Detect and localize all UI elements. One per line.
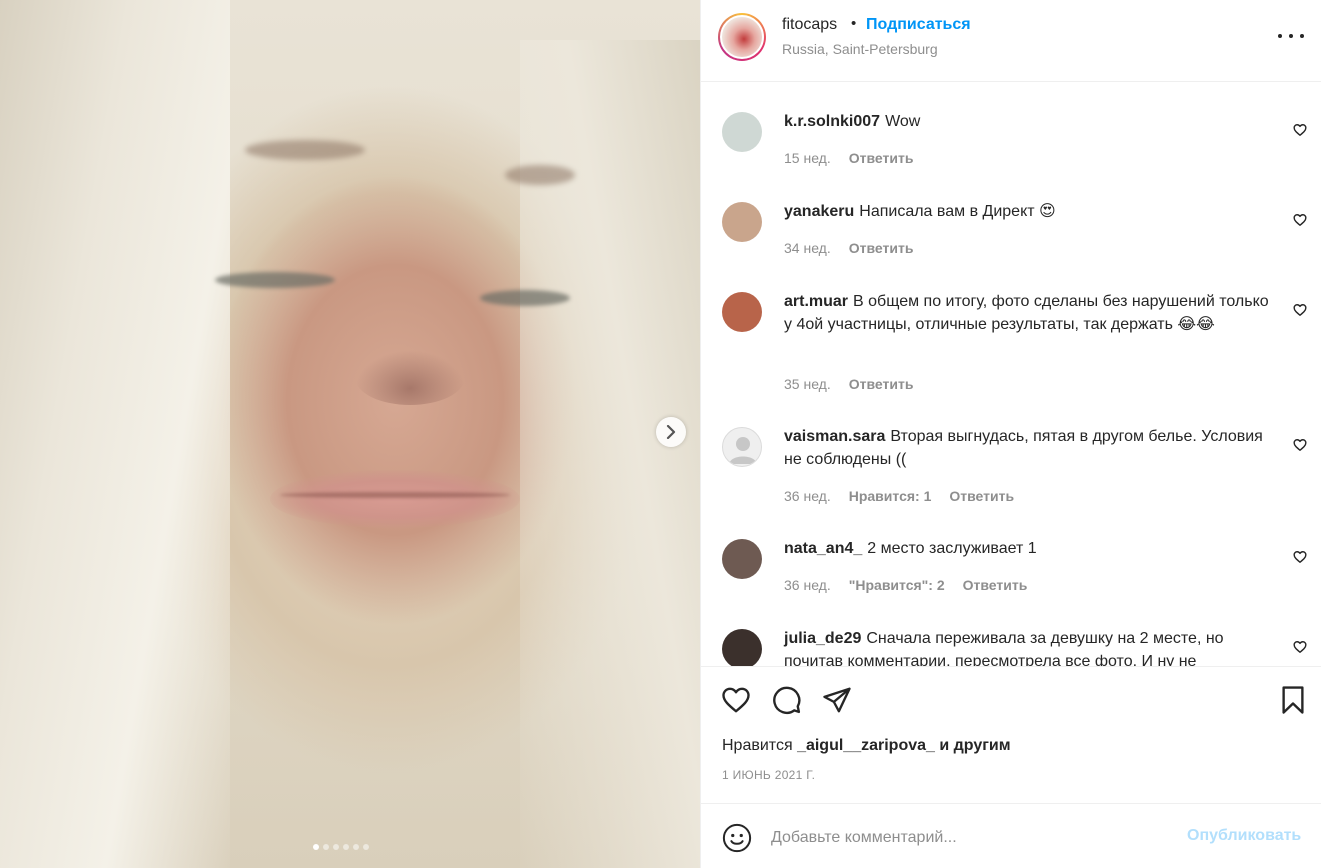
bookmark-icon[interactable]	[1278, 685, 1308, 715]
add-comment-bar: Опубликовать	[701, 806, 1321, 868]
commenter-username[interactable]: yanakeru	[784, 203, 854, 220]
post-date: 1 ИЮНЬ 2021 Г.	[722, 768, 816, 782]
reply-button[interactable]: Ответить	[949, 488, 1014, 504]
commenter-avatar[interactable]	[722, 539, 762, 579]
comment-like-heart-icon[interactable]	[1293, 303, 1307, 317]
photo-eye-left	[215, 272, 335, 288]
commenter-avatar[interactable]	[722, 202, 762, 242]
photo-nose	[355, 350, 465, 405]
chevron-right-icon	[666, 425, 676, 439]
reply-button[interactable]: Ответить	[849, 150, 914, 166]
carousel-dot	[353, 844, 359, 850]
publish-button[interactable]: Опубликовать	[1187, 827, 1301, 845]
photo-hair-left	[0, 0, 230, 868]
commenter-username[interactable]: vaisman.sara	[784, 428, 885, 445]
reply-button[interactable]: Ответить	[849, 376, 914, 392]
commenter-username[interactable]: julia_de29	[784, 630, 861, 647]
comment-text: Wow	[885, 113, 921, 130]
carousel-dot	[363, 844, 369, 850]
comment-meta: 15 нед. Ответить	[784, 150, 913, 166]
author-avatar[interactable]	[718, 13, 766, 61]
post-sidebar: fitocaps • Подписаться Russia, Saint-Pet…	[700, 0, 1321, 868]
comment-body: k.r.solnki007 Wow	[784, 110, 1274, 133]
comment-likes[interactable]: "Нравится": 2	[849, 577, 945, 593]
comment-like-heart-icon[interactable]	[1293, 213, 1307, 227]
comment-input[interactable]	[771, 826, 1171, 850]
post-photo[interactable]	[0, 0, 700, 868]
comment-like-heart-icon[interactable]	[1293, 438, 1307, 452]
commenter-username[interactable]: nata_an4_	[784, 540, 862, 557]
reply-button[interactable]: Ответить	[849, 240, 914, 256]
reply-button[interactable]: Ответить	[963, 577, 1028, 593]
carousel-dot	[333, 844, 339, 850]
comment-like-heart-icon[interactable]	[1293, 640, 1307, 654]
carousel-next-button[interactable]	[656, 417, 686, 447]
photo-hair-right	[520, 40, 700, 868]
photo-brow-left	[245, 140, 365, 160]
author-username[interactable]: fitocaps	[782, 16, 837, 34]
comment-text: 2 место заслуживает 1	[867, 540, 1037, 557]
comment-body: vaisman.sara Вторая выгнудась, пятая в др…	[784, 425, 1274, 471]
commenter-avatar[interactable]	[722, 292, 762, 332]
comment-time: 36 нед.	[784, 577, 831, 593]
carousel-dot	[343, 844, 349, 850]
likes-user-link[interactable]: _aigul__zaripova_	[797, 737, 935, 754]
emoji-icon[interactable]	[722, 823, 752, 853]
carousel-indicator	[313, 844, 369, 850]
photo-eye-right	[480, 290, 570, 306]
commenter-avatar[interactable]	[722, 427, 762, 467]
comment-likes[interactable]: Нравится: 1	[849, 488, 932, 504]
post-actions: Нравится _aigul__zaripova_ и другим 1 ИЮ…	[701, 666, 1321, 804]
commenter-avatar[interactable]	[722, 629, 762, 666]
likes-prefix: Нравится	[722, 737, 793, 754]
comment-text: В общем по итогу, фото сделаны без наруш…	[784, 293, 1269, 333]
comment-time: 35 нед.	[784, 376, 831, 392]
photo-lip-line	[280, 492, 510, 498]
comment-meta: 35 нед. Ответить	[784, 376, 913, 392]
comment-time: 36 нед.	[784, 488, 831, 504]
carousel-dot	[313, 844, 319, 850]
heart-icon[interactable]	[721, 685, 751, 715]
commenter-username[interactable]: k.r.solnki007	[784, 113, 880, 130]
commenter-username[interactable]: art.muar	[784, 293, 848, 310]
comment-like-heart-icon[interactable]	[1293, 550, 1307, 564]
comment-meta: 34 нед. Ответить	[784, 240, 913, 256]
default-user-icon	[729, 437, 757, 464]
comment-time: 15 нед.	[784, 150, 831, 166]
comment-body: art.muar В общем по итогу, фото сделаны б…	[784, 290, 1274, 336]
post-location[interactable]: Russia, Saint-Petersburg	[782, 41, 938, 57]
post-header: fitocaps • Подписаться Russia, Saint-Pet…	[701, 0, 1321, 82]
header-separator: •	[851, 15, 857, 32]
comment-meta: 36 нед. Нравится: 1 Ответить	[784, 488, 1014, 504]
likes-summary[interactable]: Нравится _aigul__zaripova_ и другим	[722, 737, 1011, 755]
carousel-dot	[323, 844, 329, 850]
comment-icon[interactable]	[772, 685, 802, 715]
comment-text: Написала вам в Директ 😍	[859, 203, 1056, 220]
share-icon[interactable]	[822, 685, 852, 715]
likes-others[interactable]: и другим	[939, 737, 1010, 754]
follow-button[interactable]: Подписаться	[866, 16, 971, 34]
comment-body: nata_an4_ 2 место заслуживает 1	[784, 537, 1274, 560]
more-options-icon[interactable]	[1278, 26, 1304, 46]
comments-list[interactable]: k.r.solnki007 Wow 15 нед. Ответить yanakeru Н…	[701, 82, 1321, 666]
comment-time: 34 нед.	[784, 240, 831, 256]
comment-body: yanakeru Написала вам в Директ 😍	[784, 200, 1274, 223]
photo-brow-right	[505, 165, 575, 185]
commenter-avatar[interactable]	[722, 112, 762, 152]
comment-like-heart-icon[interactable]	[1293, 123, 1307, 137]
comment-meta: 36 нед. "Нравится": 2 Ответить	[784, 577, 1027, 593]
comment-body: julia_de29 Сначала переживала за девушку …	[784, 627, 1274, 666]
photo-lips	[270, 470, 520, 528]
